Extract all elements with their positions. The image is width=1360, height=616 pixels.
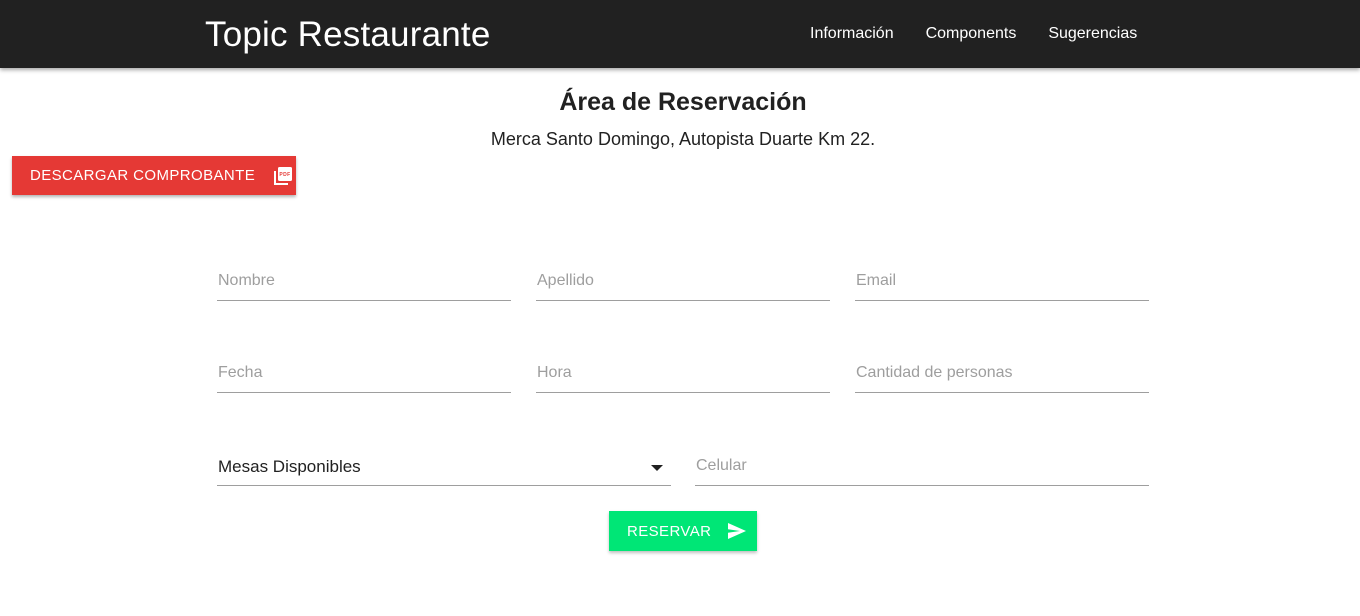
apellido-field[interactable]: Apellido — [536, 257, 830, 301]
cantidad-personas-placeholder: Cantidad de personas — [856, 364, 1013, 381]
fecha-placeholder: Fecha — [218, 364, 263, 381]
apellido-placeholder: Apellido — [537, 272, 594, 289]
nombre-field[interactable]: Nombre — [217, 257, 511, 301]
brand-logo[interactable]: Topic Restaurante — [205, 14, 491, 56]
nav-link-sugerencias[interactable]: Sugerencias — [1048, 22, 1137, 46]
svg-text:PDF: PDF — [280, 172, 291, 178]
nav-links: Información Components Sugerencias — [810, 22, 1169, 46]
email-placeholder: Email — [856, 272, 897, 289]
caret-down-icon — [651, 465, 663, 471]
hora-field[interactable]: Hora — [536, 349, 830, 393]
reserve-button[interactable]: RESERVAR — [609, 511, 757, 551]
pdf-icon: PDF — [273, 166, 293, 186]
cantidad-personas-field[interactable]: Cantidad de personas — [855, 349, 1149, 393]
page-subtitle: Merca Santo Domingo, Autopista Duarte Km… — [490, 129, 876, 149]
hora-placeholder: Hora — [537, 364, 572, 381]
nav-link-components[interactable]: Components — [926, 22, 1017, 46]
reserve-button-label: RESERVAR — [627, 522, 712, 540]
page-title: Área de Reservación — [559, 88, 807, 116]
celular-placeholder: Celular — [696, 457, 747, 474]
mesas-select-value: Mesas Disponibles — [218, 457, 361, 476]
send-icon — [727, 522, 747, 540]
mesas-select[interactable]: Mesas Disponibles — [217, 442, 671, 486]
fecha-field[interactable]: Fecha — [217, 349, 511, 393]
download-receipt-button[interactable]: DESCARGAR COMPROBANTE PDF — [12, 156, 296, 195]
nav-link-informacion[interactable]: Información — [810, 22, 894, 46]
celular-field[interactable]: Celular — [695, 442, 1149, 486]
nombre-placeholder: Nombre — [218, 272, 275, 289]
download-receipt-label: DESCARGAR COMPROBANTE — [30, 167, 256, 184]
email-field[interactable]: Email — [855, 257, 1149, 301]
navbar: Topic Restaurante Información Components… — [0, 0, 1360, 68]
